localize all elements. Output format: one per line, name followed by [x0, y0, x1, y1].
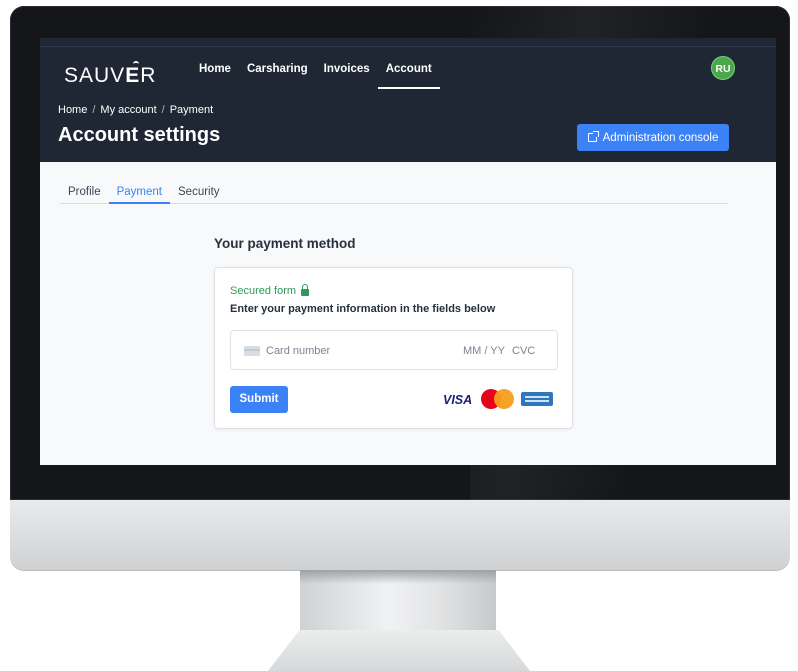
mastercard-orange-circle [494, 389, 514, 409]
card-input-field[interactable]: Card number MM / YY CVC [230, 330, 558, 370]
breadcrumb: Home / My account / Payment [58, 104, 213, 116]
monitor-stand-shadow [300, 570, 496, 584]
browser-top-strip [40, 38, 776, 47]
payment-instructions: Enter your payment information in the fi… [230, 303, 496, 315]
tab-security[interactable]: Security [170, 180, 228, 204]
monitor-chin [10, 500, 790, 570]
breadcrumb-separator: / [92, 104, 96, 116]
screen: SAUVER Home Carsharing Invoices Account … [40, 38, 776, 465]
tab-payment[interactable]: Payment [108, 180, 170, 204]
payment-card: Secured form Enter your payment informat… [214, 267, 573, 429]
sauver-logo[interactable]: SAUVER [64, 64, 156, 88]
external-link-icon [587, 131, 599, 142]
nav-item-invoices[interactable]: Invoices [316, 61, 378, 89]
american-express-logo [521, 392, 553, 406]
logo-text-main: SAUV [64, 64, 126, 87]
mastercard-logo [481, 389, 514, 409]
administration-console-label: Administration console [602, 131, 719, 144]
page-title: Account settings [58, 124, 221, 146]
breadcrumb-payment: Payment [169, 104, 214, 116]
logo-text-accent: E [125, 64, 141, 87]
card-expiry-input[interactable]: MM / YY [463, 345, 505, 357]
tab-profile[interactable]: Profile [60, 180, 109, 204]
administration-console-button[interactable]: Administration console [577, 124, 729, 151]
nav-item-carsharing[interactable]: Carsharing [239, 61, 316, 89]
breadcrumb-separator: / [161, 104, 165, 116]
nav-item-account[interactable]: Account [377, 61, 440, 89]
visa-logo: VISA [443, 393, 473, 407]
submit-button[interactable]: Submit [230, 386, 288, 413]
breadcrumb-home[interactable]: Home [58, 104, 87, 116]
user-avatar[interactable]: RU [711, 56, 735, 80]
secured-form-label: Secured form [230, 284, 310, 297]
card-cvc-input[interactable]: CVC [512, 345, 535, 357]
payment-section-title: Your payment method [214, 236, 356, 251]
app-header: SAUVER Home Carsharing Invoices Account … [40, 47, 776, 162]
breadcrumb-my-account[interactable]: My account [100, 104, 156, 116]
card-number-input[interactable]: Card number [266, 345, 330, 357]
secured-form-text: Secured form [230, 285, 297, 297]
nav-item-home[interactable]: Home [191, 61, 239, 89]
account-tabs: Profile Payment Security [60, 180, 728, 204]
logo-text-end: R [140, 64, 157, 87]
lock-icon [301, 284, 310, 296]
main-nav: Home Carsharing Invoices Account [191, 61, 440, 89]
credit-card-icon [244, 346, 260, 356]
monitor-stand-base [268, 630, 530, 671]
